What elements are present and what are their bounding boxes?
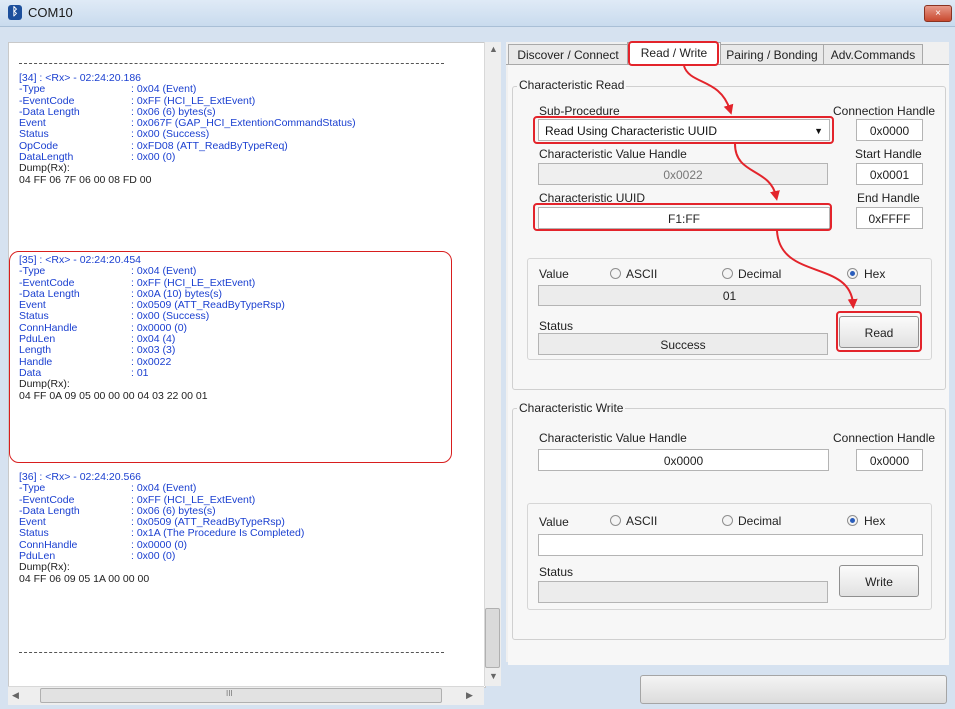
arrow-uuid-to-read (776, 230, 858, 309)
arrow-tab-to-subprocedure (683, 65, 734, 115)
arrow-subprocedure-to-uuid (734, 143, 780, 201)
annotation-arrows (683, 65, 858, 309)
